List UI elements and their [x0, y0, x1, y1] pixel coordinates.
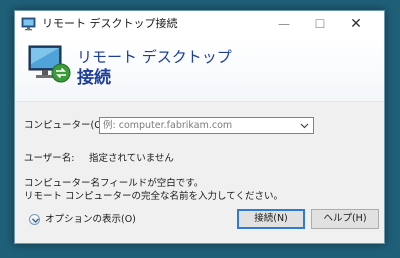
- connect-button[interactable]: 接続(N): [237, 209, 305, 229]
- remote-desktop-window: リモート デスクトップ接続 — ☐ ✕ リモート デスクトップ 接続 コンピュー…: [14, 10, 385, 244]
- minimize-button[interactable]: —: [266, 11, 302, 37]
- computer-input[interactable]: [100, 118, 296, 133]
- banner-title-line1: リモート デスクトップ: [77, 48, 232, 66]
- computer-combobox[interactable]: [99, 117, 314, 134]
- username-value: 指定されていません: [89, 153, 174, 164]
- message-line-2: リモート コンピューターの完全な名前を入力してください。: [24, 191, 283, 202]
- expand-options-icon[interactable]: [29, 214, 40, 225]
- chevron-down-icon[interactable]: [299, 120, 310, 131]
- header-banner: リモート デスクトップ 接続: [15, 37, 384, 102]
- help-button[interactable]: ヘルプ(H): [311, 209, 379, 229]
- username-label: ユーザー名:: [24, 153, 75, 164]
- remote-desktop-icon: [21, 17, 36, 31]
- show-options-label[interactable]: オプションの表示(O): [45, 214, 136, 226]
- close-button[interactable]: ✕: [338, 11, 374, 37]
- dialog-content: コンピューター(C): ユーザー名: 指定されていません コンピューター名フィー…: [15, 102, 384, 243]
- window-title: リモート デスクトップ接続: [42, 17, 178, 30]
- message-line-1: コンピューター名フィールドが空白です。: [24, 178, 204, 189]
- maximize-button[interactable]: ☐: [302, 11, 338, 37]
- banner-title-line2: 接続: [77, 68, 111, 88]
- title-bar[interactable]: リモート デスクトップ接続 — ☐ ✕: [15, 11, 384, 37]
- remote-desktop-monitor-icon: [28, 45, 71, 83]
- computer-label: コンピューター(C):: [24, 120, 108, 131]
